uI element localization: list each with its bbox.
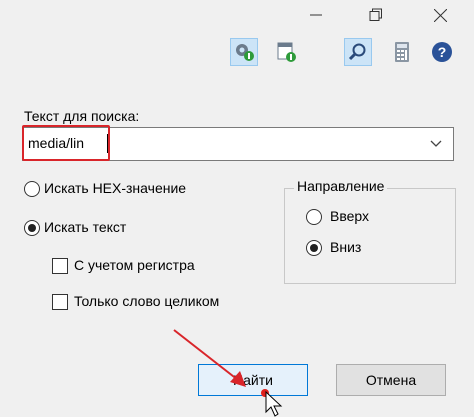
direction-down-label: Вниз (330, 239, 362, 255)
svg-text:?: ? (438, 44, 447, 60)
help-icon: ? (432, 42, 452, 62)
close-button[interactable] (420, 0, 460, 30)
chevron-down-icon[interactable] (429, 136, 443, 153)
toolbar-search-button[interactable] (344, 38, 372, 66)
toolbar-window-button[interactable] (272, 38, 300, 66)
text-radio[interactable] (24, 220, 40, 236)
direction-up-radio[interactable] (306, 209, 322, 225)
window-icon (277, 42, 296, 62)
whole-word-label: Только слово целиком (74, 293, 220, 309)
toolbar-settings-button[interactable] (230, 38, 258, 66)
cancel-button-label: Отмена (365, 372, 417, 388)
cancel-button[interactable]: Отмена (336, 364, 446, 396)
direction-legend: Направление (294, 178, 388, 194)
search-icon (348, 43, 366, 61)
toolbar-calculator-button[interactable] (388, 38, 416, 66)
settings-icon (236, 44, 254, 61)
direction-down-radio[interactable] (306, 240, 322, 256)
match-case-label: С учетом регистра (74, 257, 195, 273)
close-icon (433, 8, 447, 22)
minimize-icon (310, 14, 322, 16)
whole-word-checkbox[interactable] (52, 294, 68, 310)
search-label: Текст для поиска: (24, 108, 140, 124)
toolbar-help-button[interactable]: ? (428, 38, 456, 66)
restore-icon (369, 8, 382, 21)
restore-button[interactable] (356, 0, 396, 30)
text-radio-label: Искать текст (44, 219, 127, 235)
direction-group (284, 188, 456, 284)
calculator-icon (395, 42, 409, 62)
direction-up-label: Вверх (330, 208, 370, 224)
minimize-button[interactable] (296, 0, 336, 30)
hex-radio[interactable] (24, 181, 40, 197)
hex-radio-label: Искать HEX-значение (44, 180, 187, 196)
find-button-label: Найти (233, 372, 273, 388)
annotation-highlight-box (22, 125, 110, 161)
match-case-checkbox[interactable] (52, 258, 68, 274)
find-button[interactable]: Найти (198, 364, 308, 396)
